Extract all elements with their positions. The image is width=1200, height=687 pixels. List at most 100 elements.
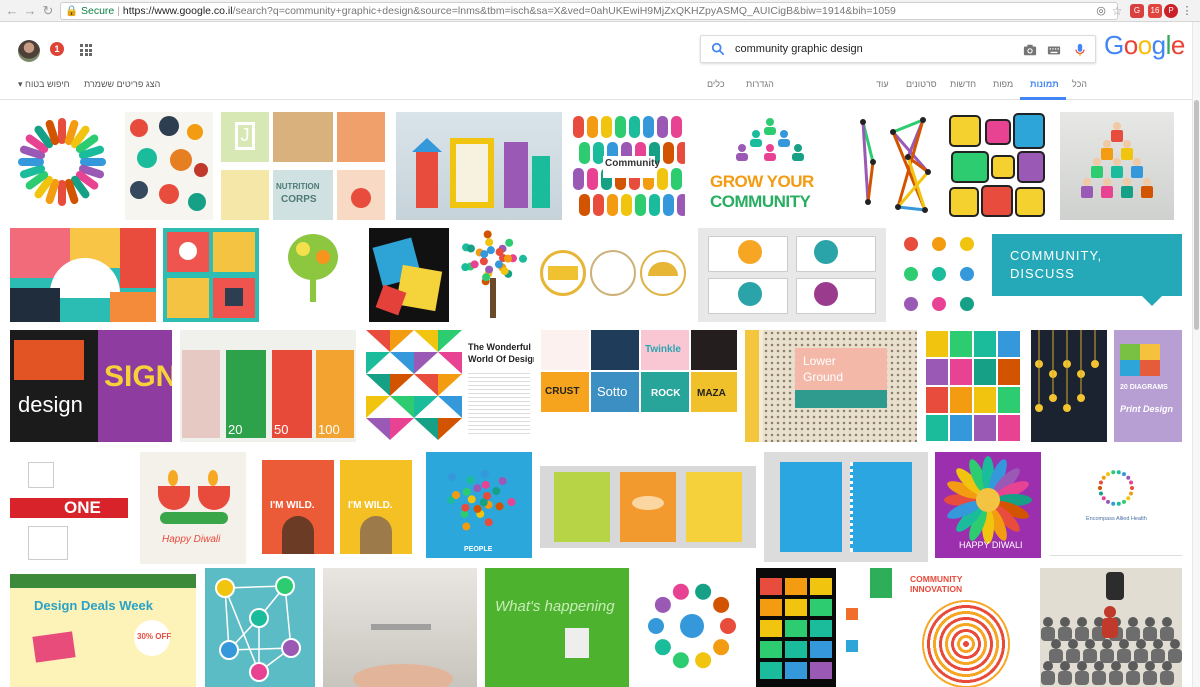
image-result[interactable]: Happy Diwali — [140, 452, 246, 564]
decorative-shape — [998, 331, 1020, 357]
extension-icon[interactable]: G — [1130, 4, 1144, 18]
letter-j: J — [235, 122, 255, 150]
image-result[interactable]: Community — [573, 112, 685, 220]
pinterest-icon[interactable]: P — [1164, 4, 1178, 18]
image-result[interactable] — [540, 466, 756, 548]
camera-icon[interactable] — [1023, 43, 1037, 57]
im-wild-caption-2: I'M WILD. — [348, 500, 393, 511]
decorative-shape — [494, 260, 503, 269]
tab-more[interactable]: עוד — [876, 77, 889, 91]
search-icon[interactable] — [711, 42, 725, 56]
decorative-shape — [905, 154, 911, 160]
avatar[interactable] — [18, 40, 40, 62]
image-result[interactable]: COMMUNITY, DISCUSS — [992, 228, 1182, 322]
image-result[interactable] — [369, 228, 449, 322]
image-result[interactable] — [853, 112, 935, 220]
image-result[interactable]: COMMUNITY INNOVATION — [900, 568, 1032, 687]
search-input[interactable] — [735, 41, 995, 57]
microphone-icon[interactable] — [1073, 43, 1087, 57]
decorative-shape — [587, 116, 598, 138]
image-result[interactable]: design SIGN — [10, 330, 172, 442]
show-saved-link[interactable]: הצג פריטים ששמרת — [84, 79, 160, 89]
image-result[interactable] — [1031, 330, 1107, 442]
decorative-shape — [390, 374, 414, 396]
image-result[interactable] — [895, 228, 985, 322]
decorative-shape — [1083, 178, 1091, 186]
back-icon[interactable]: ← — [4, 3, 20, 19]
image-result[interactable]: J NUTRITION CORPS — [221, 112, 385, 220]
image-result[interactable]: PEOPLE — [426, 452, 532, 558]
decorative-shape — [785, 662, 807, 679]
star-icon[interactable]: ☆ — [1110, 4, 1124, 18]
tab-settings[interactable]: הגדרות — [746, 77, 774, 91]
address-bar[interactable]: 🔒 Secure | https://www.google.co.il/sear… — [60, 2, 1118, 20]
url-host: https://www.google.co.il — [122, 5, 233, 17]
design-deals-caption: Design Deals Week — [34, 598, 153, 613]
decorative-shape — [810, 641, 832, 658]
forward-icon[interactable]: → — [22, 3, 38, 19]
scrollbar[interactable] — [1192, 22, 1200, 687]
decorative-shape — [366, 418, 390, 440]
tab-news[interactable]: חדשות — [950, 77, 976, 91]
image-result[interactable]: What's happening — [485, 568, 629, 687]
image-result[interactable]: The Wonderful World Of Design — [366, 330, 534, 442]
tab-tools[interactable]: כלים — [707, 77, 725, 91]
image-result[interactable] — [636, 568, 748, 687]
decorative-shape — [810, 620, 832, 637]
image-result[interactable] — [538, 228, 690, 322]
image-result[interactable] — [925, 330, 1023, 442]
image-result[interactable] — [1040, 568, 1182, 687]
image-result[interactable] — [840, 568, 892, 687]
decorative-shape — [480, 250, 489, 259]
decorative-shape — [1143, 178, 1151, 186]
image-result[interactable]: Design Deals Week 30% OFF — [10, 574, 196, 687]
tab-images[interactable]: תמונות — [1030, 77, 1059, 91]
decorative-shape — [960, 267, 974, 281]
image-result[interactable] — [10, 112, 114, 220]
image-result[interactable] — [764, 452, 928, 562]
image-result[interactable]: 20 50 100 — [180, 330, 356, 442]
image-result[interactable]: Lower Ground — [745, 330, 917, 442]
image-result[interactable]: I'M WILD. — [340, 460, 412, 554]
image-result[interactable] — [10, 228, 156, 322]
decorative-shape — [1123, 178, 1131, 186]
people-pyramid-graphic — [1081, 122, 1153, 198]
image-result[interactable]: 20 DIAGRAMS Print Design — [1114, 330, 1182, 442]
image-result[interactable]: I'M WILD. — [262, 460, 334, 554]
google-logo[interactable]: Google — [1104, 30, 1185, 61]
image-result[interactable]: HAPPY DIWALI — [935, 452, 1041, 558]
scrollbar-thumb[interactable] — [1194, 100, 1199, 330]
keyboard-icon[interactable] — [1047, 43, 1061, 57]
image-result[interactable] — [756, 568, 836, 687]
extension-badge[interactable]: 16 — [1148, 4, 1162, 18]
tab-videos[interactable]: סרטונים — [906, 77, 937, 91]
image-result[interactable] — [396, 112, 562, 220]
image-result[interactable] — [323, 568, 477, 687]
image-result[interactable]: ONE — [10, 452, 132, 564]
decorative-shape — [1126, 496, 1131, 501]
decorative-shape — [1104, 606, 1116, 618]
apps-grid-icon[interactable] — [80, 44, 92, 56]
notification-badge[interactable]: 1 — [50, 42, 64, 56]
tab-maps[interactable]: מפות — [993, 77, 1013, 91]
decorative-shape — [414, 396, 438, 418]
decorative-shape — [760, 620, 782, 637]
image-result[interactable] — [455, 228, 531, 322]
image-result[interactable]: GROW YOUR COMMUNITY — [698, 112, 842, 220]
safe-search-dropdown[interactable]: ▾ חיפוש בטוח — [18, 79, 70, 90]
image-result[interactable] — [946, 112, 1048, 220]
menu-icon[interactable]: ⋮ — [1180, 4, 1194, 18]
image-result[interactable] — [125, 112, 213, 220]
image-result[interactable] — [163, 228, 259, 322]
image-result[interactable] — [1060, 112, 1174, 220]
image-result[interactable]: Twinkle CRUST Sotto ROCK MAZA — [541, 330, 737, 442]
target-icon[interactable]: ◎ — [1094, 4, 1108, 18]
image-result[interactable]: Encompass Allied Health — [1050, 452, 1182, 556]
reload-icon[interactable]: ↻ — [40, 3, 56, 19]
decorative-shape — [1085, 639, 1095, 649]
decorative-shape — [960, 237, 974, 251]
image-result[interactable] — [266, 228, 360, 322]
image-result[interactable] — [698, 228, 886, 322]
image-result[interactable] — [205, 568, 315, 687]
tab-all[interactable]: הכל — [1072, 77, 1087, 91]
